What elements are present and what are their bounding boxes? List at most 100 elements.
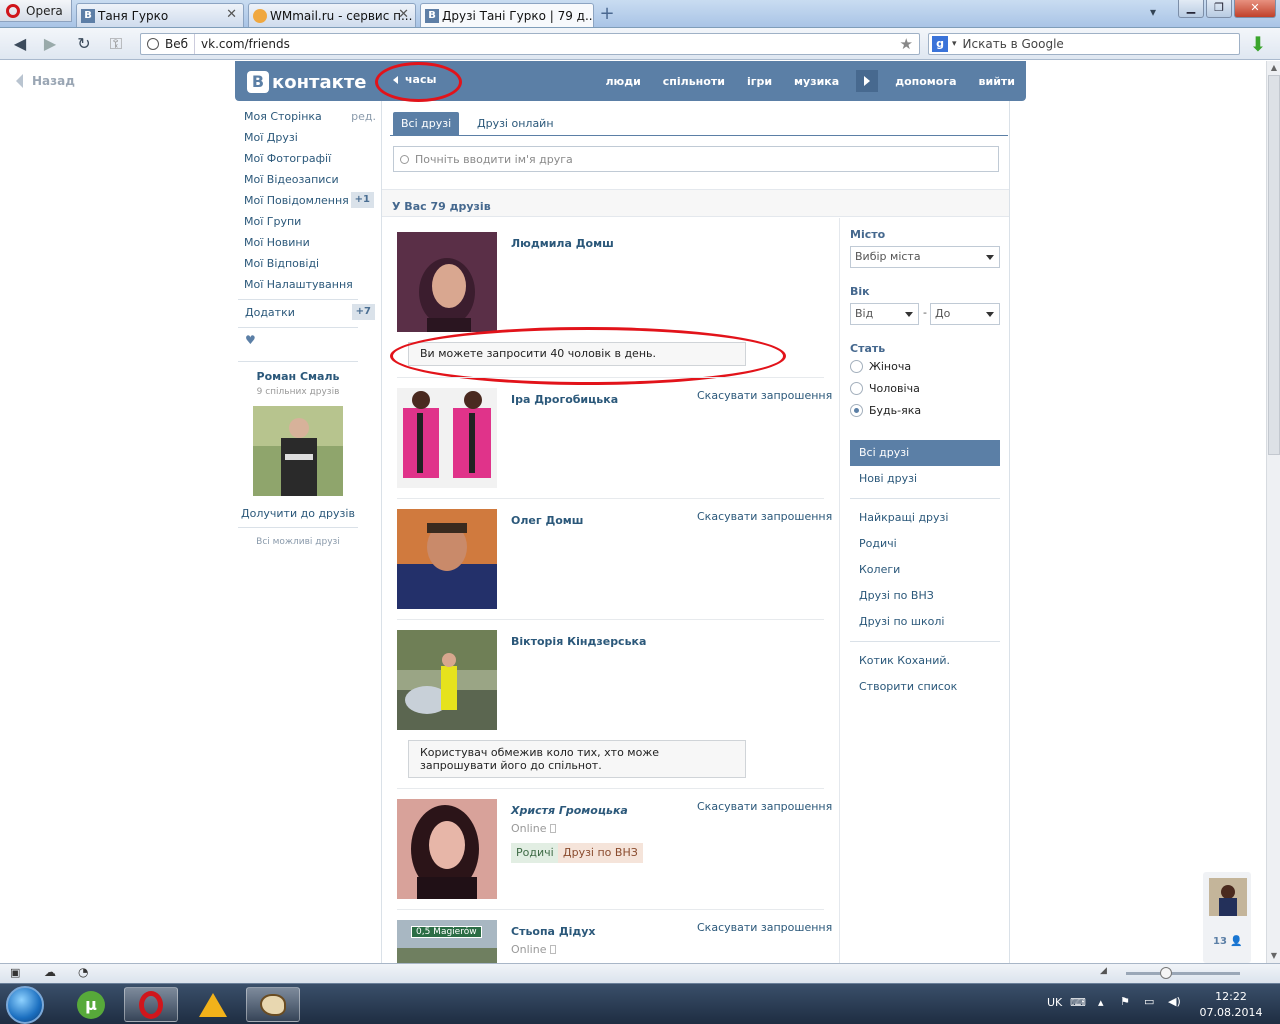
nav-communities[interactable]: спільноти xyxy=(652,75,736,88)
friend-name[interactable]: Олег Домш xyxy=(511,514,583,527)
menu-my-news[interactable]: Мої Новини xyxy=(244,232,376,253)
tab-1[interactable]: В Таня Гурко ✕ xyxy=(76,3,244,27)
add-to-friends-link[interactable]: Долучити до друзів xyxy=(238,507,358,520)
list-tag-relatives[interactable]: Родичі xyxy=(511,843,559,863)
search-field[interactable]: g ▾ Искать в Google xyxy=(928,33,1240,55)
friend-name[interactable]: Вікторія Кіндзерська xyxy=(511,635,646,648)
nav-games[interactable]: ігри xyxy=(736,75,783,88)
flag-icon[interactable]: ⚑ xyxy=(1120,995,1130,1008)
url-text[interactable]: vk.com/friends xyxy=(195,37,290,51)
cancel-request-link[interactable]: Скасувати запрошення xyxy=(697,921,832,934)
sex-radio-female[interactable]: Жіноча xyxy=(850,360,911,373)
friend-photo[interactable] xyxy=(397,509,497,609)
tab-3[interactable]: В Друзі Тані Гурко | 79 д... xyxy=(420,3,594,27)
clock-time[interactable]: 12:22 xyxy=(1200,990,1262,1003)
forward-arrow-icon[interactable]: ▶ xyxy=(40,34,60,54)
friend-name[interactable]: Стьопа Дідух xyxy=(511,925,596,938)
page-scrollbar[interactable]: ▲ ▼ xyxy=(1266,61,1280,963)
heart-icon[interactable]: ♥ xyxy=(245,333,256,347)
menu-my-answers[interactable]: Мої Відповіді xyxy=(244,253,376,274)
friend-photo[interactable]: 0,5 Magierów xyxy=(397,920,497,963)
filter-all-friends[interactable]: Всі друзі xyxy=(850,440,1000,466)
cancel-request-link[interactable]: Скасувати запрошення xyxy=(697,389,832,402)
address-bar[interactable]: Веб vk.com/friends ★ xyxy=(140,33,920,55)
zoom-slider-thumb[interactable] xyxy=(1160,967,1172,979)
tab-all-friends[interactable]: Всі друзі xyxy=(393,112,460,136)
menu-apps[interactable]: Додатки +7 xyxy=(245,302,377,323)
filter-relatives[interactable]: Родичі xyxy=(850,531,1000,557)
friend-search-input[interactable]: Почніть вводити ім'я друга xyxy=(393,146,999,172)
key-icon[interactable]: ⚿ xyxy=(106,34,126,54)
tab-online-friends[interactable]: Друзі онлайн xyxy=(469,112,562,136)
tray-arrow-icon[interactable]: ▴ xyxy=(1098,996,1104,1009)
menu-my-photos[interactable]: Мої Фотографії xyxy=(244,148,376,169)
clock-date[interactable]: 07.08.2014 xyxy=(1196,1006,1266,1019)
opera-menu-button[interactable]: Opera xyxy=(0,0,72,22)
tabs-dropdown-icon[interactable]: ▾ xyxy=(1150,5,1156,19)
tab-2[interactable]: WMmail.ru - сервис п... ✕ xyxy=(248,3,416,27)
menu-my-settings[interactable]: Мої Налаштування xyxy=(244,274,376,295)
suggested-friend-name[interactable]: Роман Смаль xyxy=(238,370,358,383)
friend-photo[interactable] xyxy=(397,799,497,899)
filter-school[interactable]: Друзі по школі xyxy=(850,609,1000,635)
menu-my-friends[interactable]: Мої Друзі xyxy=(244,127,376,148)
city-select[interactable]: Вибір міста xyxy=(850,246,1000,268)
search-engine-dropdown-icon[interactable]: ▾ xyxy=(952,39,957,49)
age-to-select[interactable]: До xyxy=(930,303,1000,325)
speed-dial-icon[interactable]: ◔ xyxy=(78,965,88,979)
cancel-request-link[interactable]: Скасувати запрошення xyxy=(697,510,832,523)
nav-help[interactable]: допомога xyxy=(884,75,967,88)
sex-radio-male[interactable]: Чоловіча xyxy=(850,382,920,395)
all-possible-friends-link[interactable]: Всі можливі друзі xyxy=(238,537,358,547)
scroll-up-icon[interactable]: ▲ xyxy=(1267,61,1280,75)
network-icon[interactable]: ▭ xyxy=(1144,995,1154,1008)
age-from-select[interactable]: Від xyxy=(850,303,919,325)
play-button[interactable] xyxy=(856,70,879,92)
nav-logout[interactable]: вийти xyxy=(968,75,1026,88)
windows-start-icon[interactable] xyxy=(6,986,44,1024)
cancel-request-link[interactable]: Скасувати запрошення xyxy=(697,800,832,813)
create-list-link[interactable]: Створити список xyxy=(850,674,1000,700)
friend-photo[interactable] xyxy=(397,630,497,730)
opera-taskbar-icon[interactable] xyxy=(124,987,178,1022)
bookmark-star-icon[interactable]: ★ xyxy=(900,35,913,53)
opera-unite-icon[interactable]: ☁ xyxy=(44,965,56,979)
edit-link[interactable]: ред. xyxy=(351,106,376,127)
menu-my-videos[interactable]: Мої Відеозаписи xyxy=(244,169,376,190)
paint-icon[interactable] xyxy=(246,987,300,1022)
new-tab-icon[interactable]: + xyxy=(598,5,616,23)
filter-best-friends[interactable]: Найкращі друзі xyxy=(850,505,1000,531)
filter-new-friends[interactable]: Нові друзі xyxy=(850,466,1000,492)
scroll-down-icon[interactable]: ▼ xyxy=(1267,949,1280,963)
back-link[interactable]: Назад xyxy=(16,74,75,88)
close-tab-icon[interactable]: ✕ xyxy=(398,7,409,22)
reload-icon[interactable]: ↻ xyxy=(74,34,94,54)
filter-colleagues[interactable]: Колеги xyxy=(850,557,1000,583)
suggested-friend-photo[interactable] xyxy=(253,406,343,496)
zoom-out-icon[interactable]: ◢ xyxy=(1100,966,1107,976)
close-tab-icon[interactable]: ✕ xyxy=(226,7,237,22)
filter-university[interactable]: Друзі по ВНЗ xyxy=(850,583,1000,609)
menu-my-page[interactable]: Моя Сторінка ред. xyxy=(244,106,376,127)
menu-my-messages[interactable]: Мої Повідомлення +1 xyxy=(244,190,376,211)
suggested-mutual-friends[interactable]: 9 спільних друзів xyxy=(238,387,358,397)
aimp-icon[interactable] xyxy=(186,987,240,1022)
friend-photo[interactable] xyxy=(397,232,497,332)
close-window-icon[interactable]: ✕ xyxy=(1234,0,1276,18)
friend-name[interactable]: Христя Громоцька xyxy=(511,804,628,817)
vk-logo[interactable]: В контакте xyxy=(247,70,366,94)
nav-people[interactable]: люди xyxy=(594,75,651,88)
nav-music[interactable]: музика xyxy=(783,75,850,88)
friend-photo[interactable] xyxy=(397,388,497,488)
language-indicator[interactable]: UK xyxy=(1047,996,1062,1009)
utorrent-icon[interactable]: µ xyxy=(64,987,118,1022)
back-arrow-icon[interactable]: ◀ xyxy=(10,34,30,54)
scroll-thumb[interactable] xyxy=(1268,75,1280,455)
filter-custom-list[interactable]: Котик Коханий. xyxy=(850,648,1000,674)
restore-icon[interactable]: ❐ xyxy=(1206,0,1232,18)
address-scope[interactable]: Веб xyxy=(141,34,196,54)
minimize-icon[interactable]: ▁ xyxy=(1178,0,1204,18)
friend-name[interactable]: Іра Дрогобицька xyxy=(511,393,618,406)
list-tag-university[interactable]: Друзі по ВНЗ xyxy=(558,843,643,863)
menu-my-groups[interactable]: Мої Групи xyxy=(244,211,376,232)
